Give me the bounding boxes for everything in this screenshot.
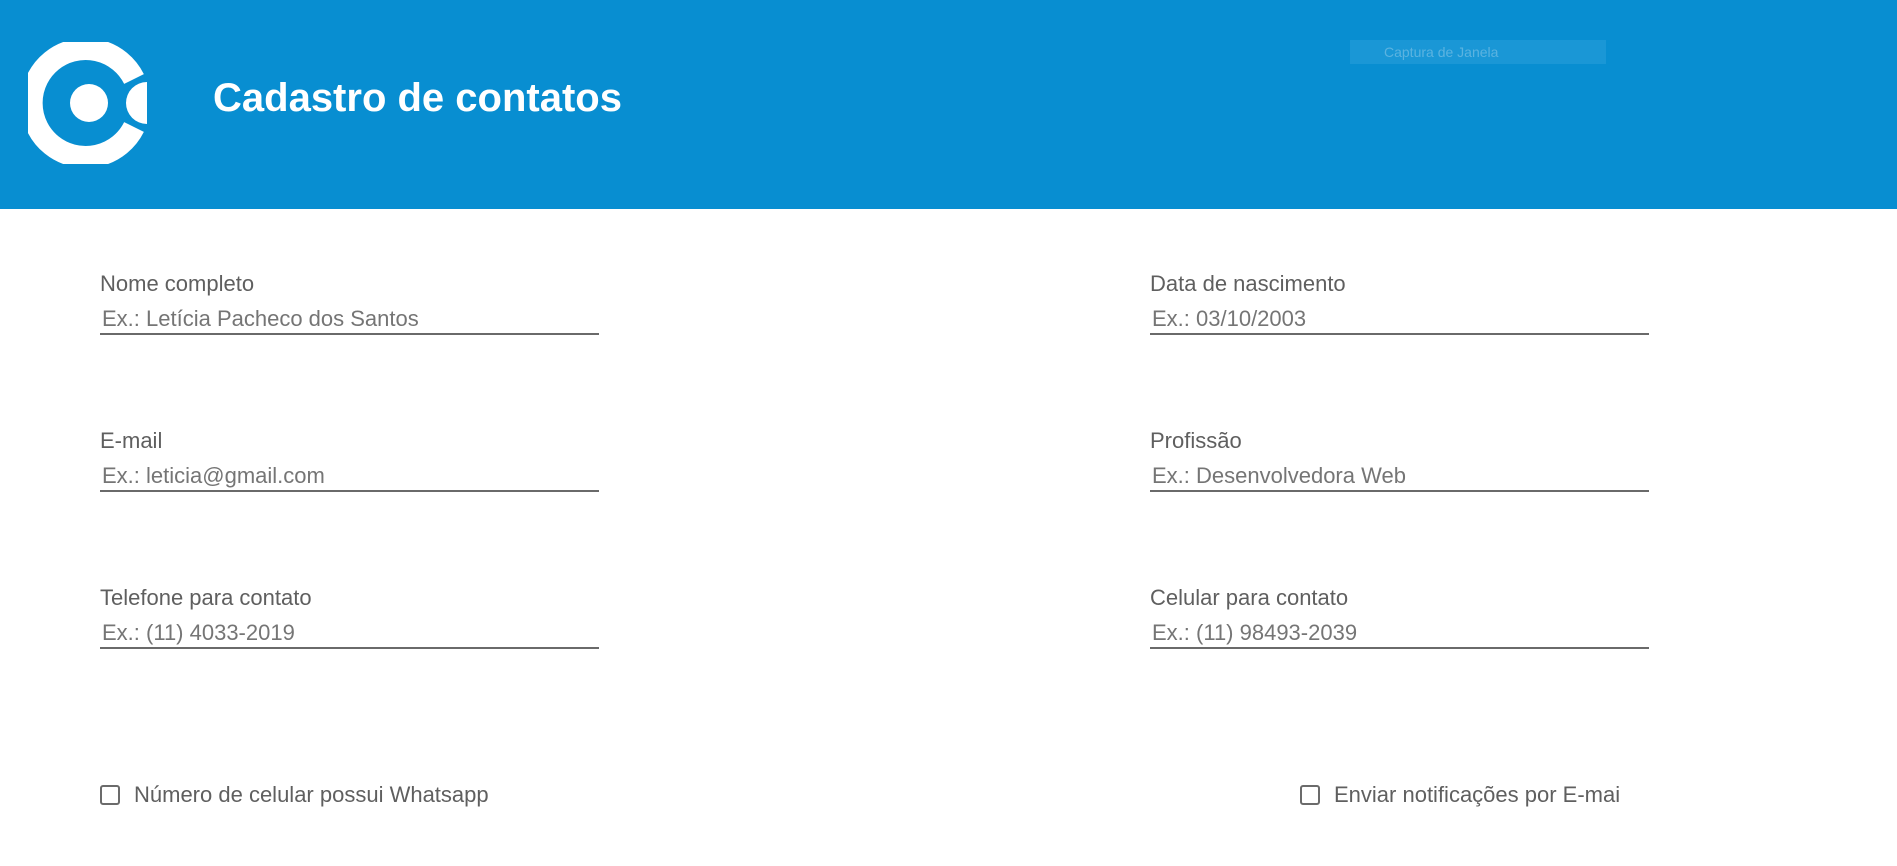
whatsapp-checkbox-row[interactable]: Número de celular possui Whatsapp [100, 780, 489, 810]
capture-overlay-label: Captura de Janela [1350, 40, 1606, 64]
email-notifications-checkbox-label[interactable]: Enviar notificações por E-mai [1334, 782, 1620, 808]
mobile-group: Celular para contato [1150, 583, 1649, 649]
email-label: E-mail [100, 428, 163, 453]
email-notifications-checkbox-row[interactable]: Enviar notificações por E-mai [1300, 780, 1620, 810]
whatsapp-checkbox-label[interactable]: Número de celular possui Whatsapp [134, 782, 489, 808]
brand-logo-icon [28, 42, 147, 164]
phone-label: Telefone para contato [100, 585, 312, 610]
birth-date-label: Data de nascimento [1150, 271, 1346, 296]
phone-group: Telefone para contato [100, 583, 599, 649]
email-notifications-checkbox[interactable] [1300, 785, 1320, 805]
profession-input[interactable] [1150, 462, 1649, 492]
profession-group: Profissão [1150, 426, 1649, 492]
profession-label: Profissão [1150, 428, 1242, 453]
phone-input[interactable] [100, 619, 599, 649]
email-input[interactable] [100, 462, 599, 492]
full-name-label: Nome completo [100, 271, 255, 296]
birth-date-group: Data de nascimento [1150, 269, 1649, 335]
full-name-input[interactable] [100, 305, 599, 335]
page-title: Cadastro de contatos [213, 76, 622, 120]
email-group: E-mail [100, 426, 599, 492]
mobile-input[interactable] [1150, 619, 1649, 649]
mobile-label: Celular para contato [1150, 585, 1349, 610]
whatsapp-checkbox[interactable] [100, 785, 120, 805]
app-header: Cadastro de contatos Captura de Janela [0, 0, 1897, 209]
birth-date-input[interactable] [1150, 305, 1649, 335]
full-name-group: Nome completo [100, 269, 599, 335]
